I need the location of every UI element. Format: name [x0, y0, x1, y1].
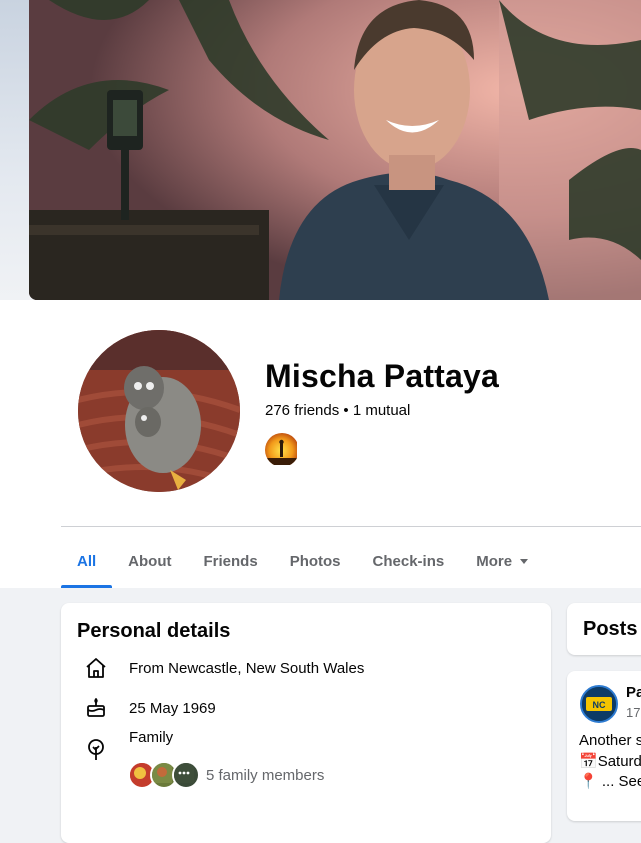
friends-separator: •	[339, 402, 353, 419]
personal-details-card: Personal details From Newcastle, New Sou…	[61, 603, 551, 843]
mutual-friends-link[interactable]: 1 mutual	[353, 402, 411, 419]
family-tree-icon	[83, 736, 109, 762]
detail-birthday: 25 May 1969	[83, 695, 216, 721]
tab-about-label: About	[128, 552, 172, 570]
cover-photo[interactable]	[29, 0, 641, 300]
mutual-friend-avatar[interactable]	[264, 432, 300, 468]
post-timestamp[interactable]: 17	[626, 705, 640, 720]
tab-more-label: More	[476, 552, 513, 570]
home-icon	[83, 655, 109, 681]
header-divider	[61, 526, 641, 527]
posts-title: Posts	[583, 618, 638, 640]
detail-from: From Newcastle, New South Wales	[83, 655, 364, 681]
left-background-strip	[0, 0, 30, 300]
profile-tabs: All About Friends Photos Check-ins More	[61, 534, 544, 588]
personal-details-title: Personal details	[77, 620, 231, 642]
friends-count-link[interactable]: 276 friends	[265, 402, 339, 419]
post-text-saturday: Saturda	[597, 753, 641, 770]
tab-all-label: All	[77, 552, 97, 570]
family-label: Family	[129, 729, 174, 746]
post-card: NC Pa 17 Another s 📅Saturda 📍 ... See	[567, 671, 641, 821]
tab-friends[interactable]: Friends	[188, 534, 274, 588]
tab-all[interactable]: All	[61, 534, 113, 588]
see-more-link[interactable]: ... See	[602, 773, 641, 790]
tab-about[interactable]: About	[112, 534, 187, 588]
post-text-line: 📅Saturda	[579, 752, 641, 770]
post-author-avatar[interactable]: NC	[580, 685, 618, 723]
family-avatar	[172, 761, 200, 789]
hometown-text: From Newcastle, New South Wales	[129, 659, 365, 677]
tab-photos[interactable]: Photos	[274, 534, 357, 588]
svg-text:NC: NC	[593, 700, 606, 710]
pin-icon: 📍	[579, 773, 598, 790]
tab-friends-label: Friends	[203, 552, 258, 570]
caret-down-icon	[520, 558, 529, 564]
post-author-name[interactable]: Pa	[626, 684, 641, 701]
birthday-cake-icon	[83, 695, 109, 721]
tab-check-ins-label: Check-ins	[372, 552, 445, 570]
birthday-text: 25 May 1969	[129, 699, 216, 717]
post-text-line: Another s	[579, 732, 641, 749]
profile-name: Mischa Pattaya	[265, 358, 500, 394]
profile-avatar[interactable]	[74, 326, 244, 496]
calendar-icon: 📅	[579, 753, 598, 770]
family-members[interactable]: 5 family members	[128, 761, 324, 789]
family-members-count: 5 family members	[206, 766, 325, 784]
posts-header-card: Posts	[567, 603, 641, 655]
detail-family: Family	[83, 729, 173, 762]
post-text-line: 📍 ... See	[579, 772, 641, 790]
tab-check-ins[interactable]: Check-ins	[357, 534, 461, 588]
tab-more[interactable]: More	[460, 534, 544, 588]
friends-summary: 276 friends • 1 mutual	[265, 402, 410, 419]
tab-photos-label: Photos	[289, 552, 341, 570]
